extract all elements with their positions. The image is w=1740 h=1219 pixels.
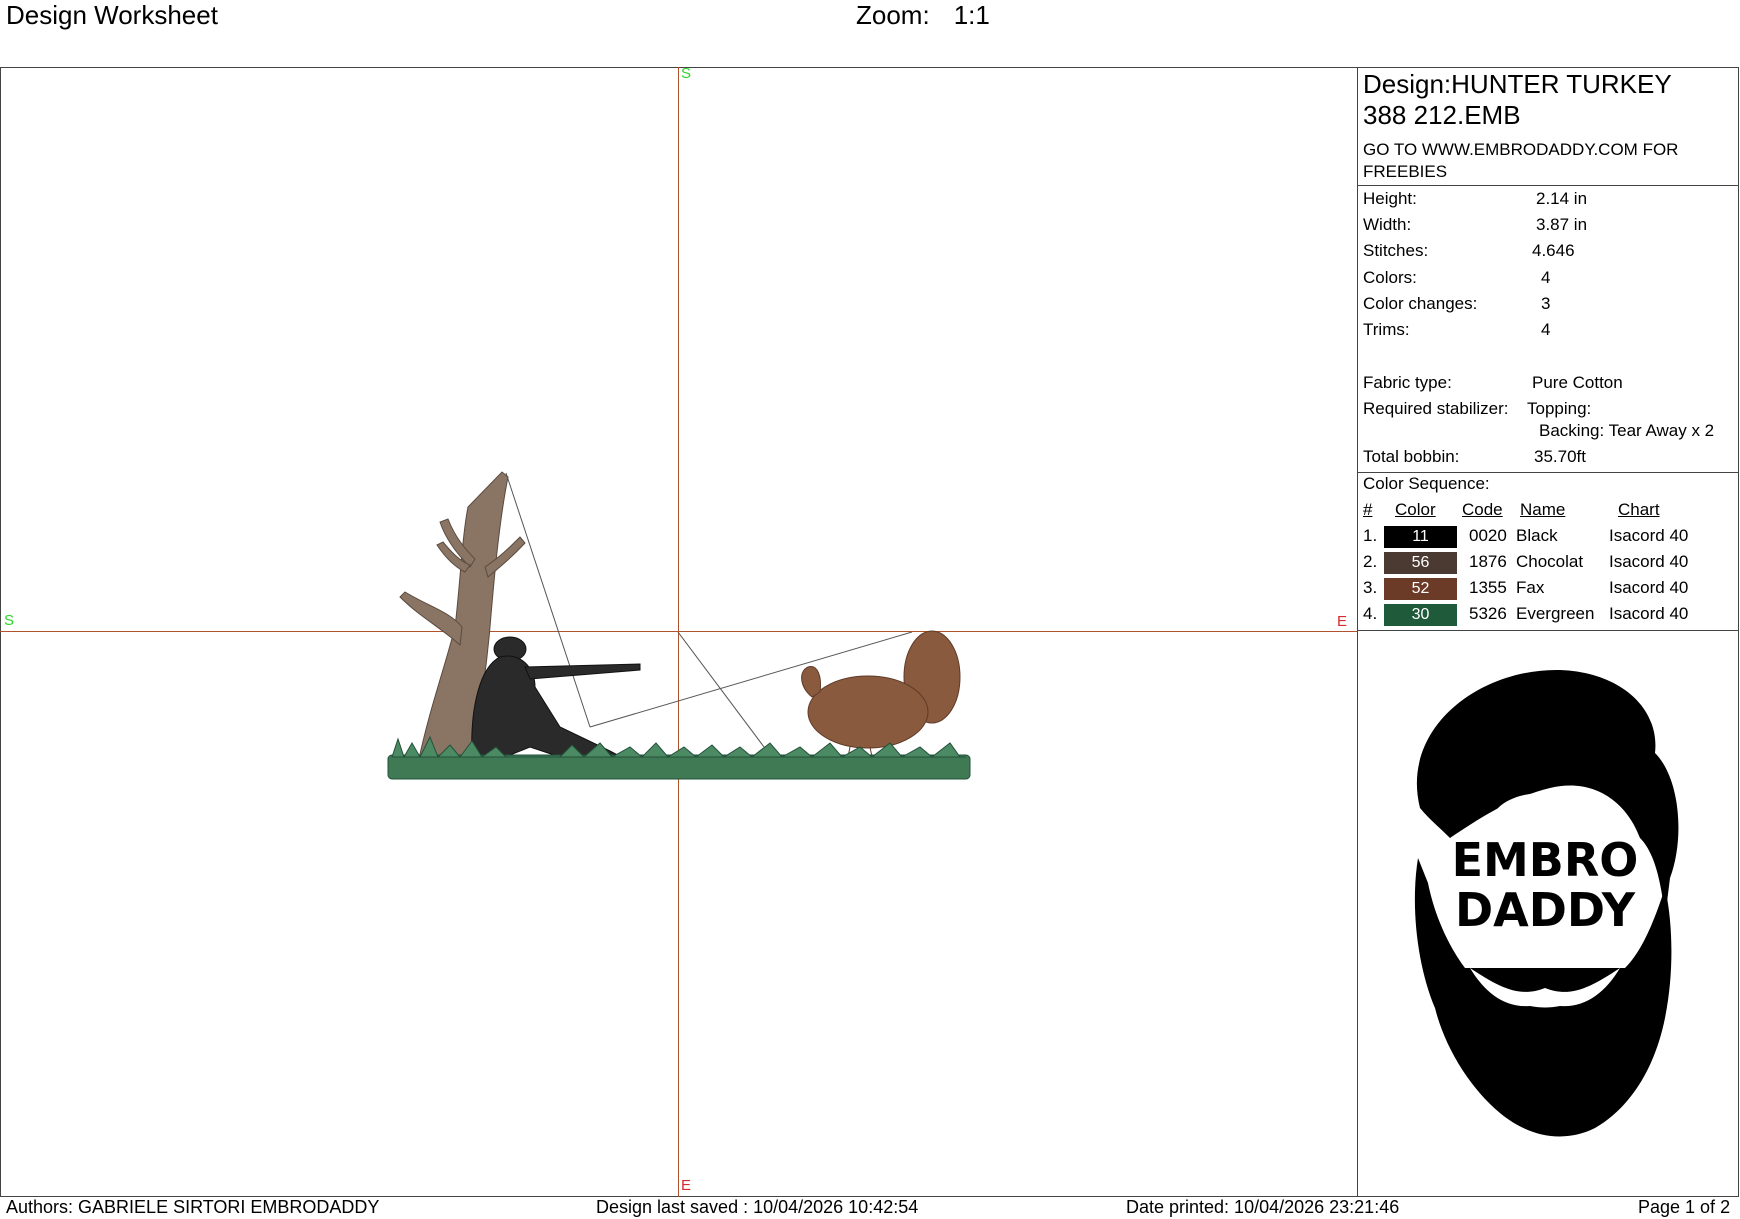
spec-row-colors: Colors: 4 — [1363, 268, 1550, 290]
color-sequence-title: Color Sequence: — [1363, 474, 1490, 493]
col-header-chart: Chart — [1618, 500, 1660, 519]
spec-label: Trims: — [1363, 320, 1410, 339]
color-code: 5326 — [1469, 604, 1507, 623]
spec-value: 4 — [1541, 268, 1551, 287]
embroidery-design-preview — [387, 471, 971, 780]
divider — [1358, 472, 1739, 473]
spec-value: 4 — [1541, 320, 1551, 339]
divider — [1358, 185, 1739, 186]
spec-label: Width: — [1363, 215, 1412, 234]
divider — [1358, 630, 1739, 631]
bobbin-row: Total bobbin: 35.70ft — [1363, 447, 1586, 469]
color-num: 2. — [1363, 552, 1378, 571]
spec-row-width: Width: 3.87 in — [1363, 215, 1587, 237]
design-name: Design:HUNTER TURKEY 388 212.EMB — [1363, 69, 1733, 131]
fabric-row: Fabric type: Pure Cotton — [1363, 373, 1623, 395]
spec-value: 3 — [1541, 294, 1551, 313]
logo-text-line1: EMBRO — [1452, 833, 1639, 887]
stabilizer-row: Required stabilizer: Topping: — [1363, 399, 1591, 421]
footer-page-number: Page 1 of 2 — [1638, 1197, 1731, 1217]
color-swatch: 56 — [1384, 552, 1457, 574]
design-canvas: S S E E — [0, 65, 1357, 1197]
page-title: Design Worksheet — [6, 0, 218, 30]
col-header-code: Code — [1462, 500, 1503, 519]
design-name-line1: Design:HUNTER TURKEY — [1363, 69, 1672, 99]
color-code: 1355 — [1469, 578, 1507, 597]
color-swatch: 30 — [1384, 604, 1457, 626]
color-chart: Isacord 40 — [1609, 604, 1689, 623]
color-code: 0020 — [1469, 526, 1507, 545]
color-swatch: 11 — [1384, 526, 1457, 548]
bobbin-label: Total bobbin: — [1363, 447, 1460, 466]
color-num: 4. — [1363, 604, 1378, 623]
footer-authors: Authors: GABRIELE SIRTORI EMBRODADDY — [6, 1197, 380, 1217]
color-chart: Isacord 40 — [1609, 552, 1689, 571]
color-name: Evergreen — [1516, 604, 1595, 623]
zoom-value: 1:1 — [953, 0, 990, 30]
spec-value: 2.14 in — [1536, 189, 1588, 208]
col-header-name: Name — [1520, 500, 1566, 519]
col-header-num: # — [1363, 500, 1373, 519]
stabilizer-backing: Backing: Tear Away x 2 — [1539, 421, 1715, 440]
spec-row-color-changes: Color changes: 3 — [1363, 294, 1550, 316]
footer-last-saved: Design last saved : 10/04/2026 10:42:54 — [596, 1197, 919, 1217]
spec-label: Colors: — [1363, 268, 1417, 287]
spec-row-trims: Trims: 4 — [1363, 320, 1550, 342]
fabric-label: Fabric type: — [1363, 373, 1452, 392]
bobbin-value: 35.70ft — [1534, 447, 1586, 466]
color-chart: Isacord 40 — [1609, 526, 1689, 545]
promo-text: GO TO WWW.EMBRODADDY.COM FOR FREEBIES — [1363, 140, 1679, 181]
spec-row-stitches: Stitches: 4.646 — [1363, 241, 1575, 263]
hunter-silhouette — [471, 636, 641, 766]
color-num: 1. — [1363, 526, 1378, 545]
logo-text-line2: DADDY — [1455, 883, 1636, 937]
embrodaddy-logo: EMBRO DADDY — [1414, 669, 1679, 1137]
zoom-label: Zoom: — [856, 0, 930, 30]
color-name: Chocolat — [1516, 552, 1584, 571]
stabilizer-label: Required stabilizer: — [1363, 399, 1509, 418]
spec-label: Color changes: — [1363, 294, 1478, 313]
stabilizer-topping: Topping: — [1527, 399, 1592, 418]
color-chart: Isacord 40 — [1609, 578, 1689, 597]
zoom-indicator: Zoom: 1:1 — [856, 0, 990, 31]
spec-row-height: Height: 2.14 in — [1363, 189, 1587, 211]
color-code: 1876 — [1469, 552, 1507, 571]
spec-value: 4.646 — [1532, 241, 1575, 260]
spec-label: Stitches: — [1363, 241, 1429, 260]
color-swatch: 52 — [1384, 578, 1457, 600]
color-num: 3. — [1363, 578, 1378, 597]
spec-label: Height: — [1363, 189, 1417, 208]
spec-value: 3.87 in — [1536, 215, 1588, 234]
col-header-color: Color — [1395, 500, 1436, 519]
design-name-line2: 388 212.EMB — [1363, 100, 1521, 130]
color-name: Black — [1516, 526, 1558, 545]
color-name: Fax — [1516, 578, 1545, 597]
footer-date-printed: Date printed: 10/04/2026 23:21:46 — [1126, 1197, 1400, 1217]
fabric-value: Pure Cotton — [1532, 373, 1623, 392]
